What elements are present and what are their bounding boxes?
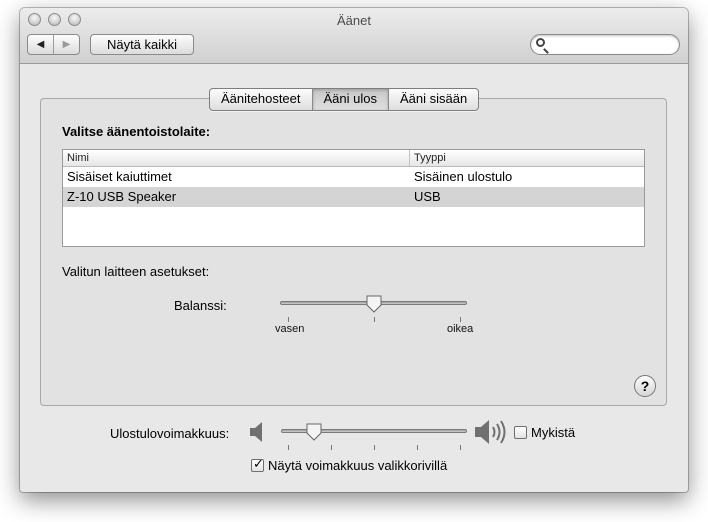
mute-checkbox[interactable] xyxy=(514,426,527,439)
tab-sound-effects[interactable]: Äänitehosteet xyxy=(210,89,312,110)
triangle-left-icon: ◀ xyxy=(36,39,45,50)
titlebar: Äänet ◀ ▶ Näytä kaikki xyxy=(20,8,688,64)
tab-bar: Äänitehosteet Ääni ulos Ääni sisään xyxy=(209,88,480,111)
back-button[interactable]: ◀ xyxy=(28,35,53,54)
tab-input[interactable]: Ääni sisään xyxy=(388,89,478,110)
balance-slider-thumb[interactable] xyxy=(366,295,382,313)
column-header-name[interactable]: Nimi xyxy=(63,150,410,166)
balance-tick-left xyxy=(288,317,289,322)
table-row-selected[interactable]: Z-10 USB Speaker USB xyxy=(63,187,644,207)
volume-tick xyxy=(331,445,332,450)
device-type: USB xyxy=(414,189,441,204)
search-field[interactable] xyxy=(530,34,680,55)
device-type: Sisäinen ulostulo xyxy=(414,169,513,184)
speaker-quiet-icon xyxy=(250,422,262,442)
tab-output[interactable]: Ääni ulos xyxy=(311,89,388,110)
tab-panel xyxy=(40,98,667,406)
search-input[interactable] xyxy=(551,37,675,54)
output-device-table[interactable]: Nimi Tyyppi Sisäiset kaiuttimet Sisäinen… xyxy=(62,149,645,247)
help-button[interactable]: ? xyxy=(634,375,656,397)
volume-tick xyxy=(288,445,289,450)
preferences-window: Äänet ◀ ▶ Näytä kaikki Äänitehosteet Ään… xyxy=(20,8,688,492)
mute-label[interactable]: Mykistä xyxy=(531,425,575,440)
nav-back-forward: ◀ ▶ xyxy=(27,34,80,55)
column-header-type[interactable]: Tyyppi xyxy=(410,150,446,166)
volume-tick xyxy=(374,445,375,450)
volume-slider-thumb[interactable] xyxy=(306,423,322,441)
show-volume-in-menubar-checkbox[interactable]: ✓ xyxy=(251,456,264,472)
device-settings-label: Valitun laitteen asetukset: xyxy=(62,264,210,279)
output-device-heading: Valitse äänentoistolaite: xyxy=(62,124,211,139)
forward-button[interactable]: ▶ xyxy=(53,35,79,54)
output-volume-label: Ulostulovoimakkuus: xyxy=(110,426,230,441)
table-header: Nimi Tyyppi xyxy=(63,150,644,167)
balance-label: Balanssi: xyxy=(174,298,227,313)
balance-tick-right xyxy=(460,317,461,322)
balance-tick-center xyxy=(374,317,375,322)
window-title: Äänet xyxy=(337,13,371,28)
device-name: Sisäiset kaiuttimet xyxy=(67,169,172,184)
table-row[interactable]: Sisäiset kaiuttimet Sisäinen ulostulo xyxy=(63,167,644,187)
volume-tick xyxy=(417,445,418,450)
device-name: Z-10 USB Speaker xyxy=(67,189,177,204)
balance-left-label: vasen xyxy=(275,323,305,335)
triangle-right-icon: ▶ xyxy=(62,39,71,50)
show-volume-in-menubar-label[interactable]: Näytä voimakkuus valikkorivillä xyxy=(268,458,447,473)
show-all-button[interactable]: Näytä kaikki xyxy=(90,34,194,55)
checkmark-icon: ✓ xyxy=(253,456,264,471)
balance-right-label: oikea xyxy=(447,323,474,335)
speaker-loud-icon xyxy=(475,420,506,444)
search-icon xyxy=(536,38,545,47)
volume-tick xyxy=(460,445,461,450)
